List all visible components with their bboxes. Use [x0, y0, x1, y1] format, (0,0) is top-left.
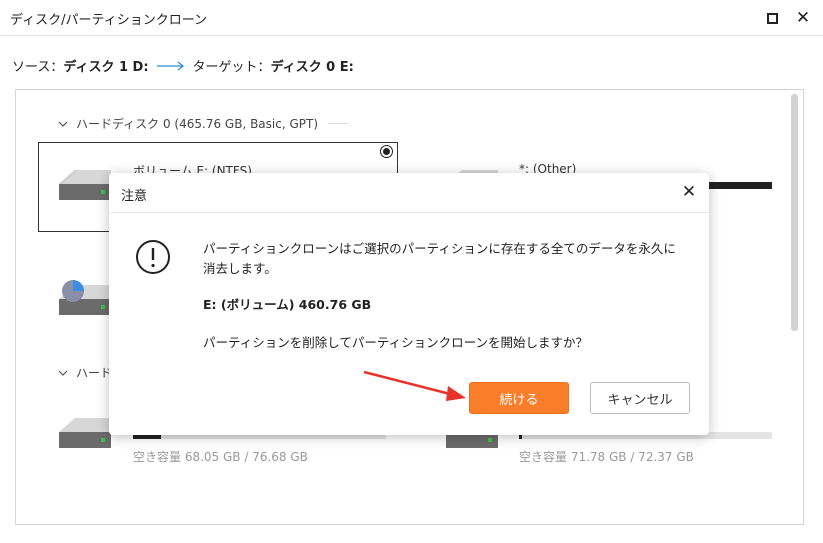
partition-info: E: (ボリューム) 460.76 GB [203, 297, 372, 312]
dialog-message: パーティションクローンはご選択のパーティションに存在する全てのデータを永久に消去… [203, 241, 676, 276]
dialog-title: 注意 [121, 189, 148, 204]
divider [328, 123, 349, 124]
scrollbar-thumb[interactable] [791, 94, 798, 331]
source-value: ディスク 1 D: [63, 60, 149, 75]
chevron-down-icon [58, 370, 68, 376]
source-drive-icon [59, 280, 111, 315]
arrow-right-icon [156, 60, 184, 71]
maximize-icon [766, 12, 778, 24]
hard-drive-icon [59, 170, 111, 200]
title-bar: ディスク/パーティションクローン ✕ [0, 0, 823, 36]
close-icon: ✕ [795, 8, 811, 28]
target-label: ターゲット： [192, 60, 271, 75]
cancel-button[interactable]: キャンセル [590, 382, 690, 414]
continue-button[interactable]: 続ける [469, 382, 569, 414]
close-button[interactable]: ✕ [793, 8, 813, 28]
disk-0-header[interactable]: ハードディスク 0 (465.76 GB, Basic, GPT) [58, 115, 349, 132]
hard-drive-icon [59, 418, 111, 448]
disk-1-title: ハード [76, 366, 113, 380]
target-value: ディスク 0 E: [270, 60, 354, 75]
free-space-text: 空き容量 71.78 GB / 72.37 GB [519, 450, 694, 464]
disk-0-title: ハードディスク 0 (465.76 GB, Basic, GPT) [76, 117, 319, 131]
source-label: ソース： [12, 60, 64, 75]
confirm-question: パーティションを削除してパーティションクローンを開始しますか？ [203, 335, 589, 350]
maximize-button[interactable] [762, 8, 782, 28]
dialog-close-button[interactable]: ✕ [679, 182, 699, 202]
free-space-text: 空き容量 68.05 GB / 76.68 GB [133, 450, 308, 464]
radio-selected[interactable] [380, 145, 393, 158]
disk-1-header[interactable]: ハード [58, 364, 112, 381]
window-title: ディスク/パーティションクローン [10, 13, 208, 28]
annotation-arrow-icon [363, 370, 466, 401]
source-target-line: ソース： ディスク 1 D: ターゲット： ディスク 0 E: [12, 56, 354, 75]
dialog-header: 注意 ✕ [109, 173, 709, 213]
chevron-down-icon [58, 121, 68, 127]
exclamation-icon [136, 240, 170, 274]
